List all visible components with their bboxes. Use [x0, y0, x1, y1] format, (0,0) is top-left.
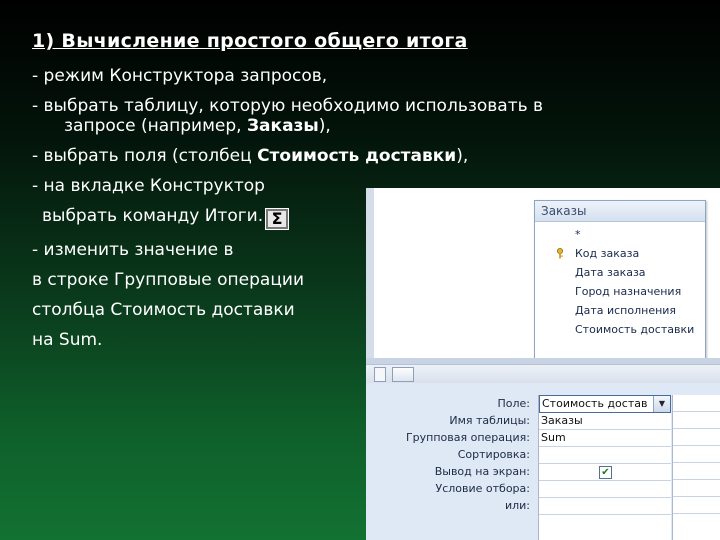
row-label-show: Вывод на экран: — [434, 465, 530, 478]
empty-cell[interactable] — [673, 429, 720, 446]
row-label-sort: Сортировка: — [457, 448, 530, 461]
field-name-bold: Стоимость доставки — [257, 146, 457, 166]
row-label-table: Имя таблицы: — [449, 414, 530, 427]
orders-table-box[interactable]: Заказы * Код заказа Дата заказа Город на… — [534, 200, 706, 362]
text-line-1: - режим Конструктора запросов, — [32, 66, 328, 86]
field-item[interactable]: Дата исполнения — [535, 301, 705, 320]
empty-cell[interactable] — [673, 395, 720, 412]
empty-cell[interactable] — [673, 463, 720, 480]
field-item[interactable]: Стоимость доставки — [535, 320, 705, 339]
grid-column-1: Стоимость достав ▼ Заказы Sum ✔ — [538, 395, 671, 540]
primary-key-icon — [557, 248, 563, 259]
field-item[interactable]: Город назначения — [535, 282, 705, 301]
scroll-left-button[interactable] — [374, 367, 386, 382]
field-item[interactable]: Дата заказа — [535, 263, 705, 282]
text-line-3: - выбрать поля (столбец Стоимость достав… — [32, 146, 469, 166]
row-label-or: или: — [504, 499, 530, 512]
empty-cell[interactable] — [673, 497, 720, 514]
row-label-field: Поле: — [497, 397, 530, 410]
slide-title: 1) Вычисление простого общего итога — [32, 30, 468, 52]
scroll-thumb[interactable] — [392, 367, 414, 382]
table-name-bold: Заказы — [246, 116, 319, 136]
table-cell[interactable]: Заказы — [539, 413, 671, 430]
text-line-2: - выбрать таблицу, которую необходимо ис… — [32, 96, 544, 136]
table-pane: Заказы * Код заказа Дата заказа Город на… — [366, 188, 720, 362]
empty-cell[interactable] — [673, 480, 720, 497]
horizontal-scrollbar[interactable] — [366, 364, 720, 384]
query-designer-screenshot: Заказы * Код заказа Дата заказа Город на… — [366, 188, 720, 540]
show-cell: ✔ — [539, 464, 671, 481]
table-caption[interactable]: Заказы — [535, 201, 705, 222]
group-cell[interactable]: Sum — [539, 430, 671, 447]
totals-sigma-icon[interactable]: Σ — [265, 208, 290, 230]
field-item-key[interactable]: Код заказа — [535, 244, 705, 263]
grid-row-labels: Поле: Имя таблицы: Групповая операция: С… — [366, 395, 534, 514]
or-cell[interactable] — [539, 498, 671, 515]
field-select[interactable]: Стоимость достав ▼ — [539, 395, 671, 413]
empty-cell[interactable] — [673, 412, 720, 429]
empty-cell[interactable] — [673, 446, 720, 463]
field-item[interactable]: * — [535, 225, 705, 244]
grid-column-2 — [672, 395, 720, 540]
criteria-cell[interactable] — [539, 481, 671, 498]
row-label-group: Групповая операция: — [405, 431, 530, 444]
show-checkbox[interactable]: ✔ — [599, 466, 612, 479]
sort-cell[interactable] — [539, 447, 671, 464]
row-label-criteria: Условие отбора: — [435, 482, 531, 495]
query-grid: Поле: Имя таблицы: Групповая операция: С… — [366, 383, 720, 540]
field-list: * Код заказа Дата заказа Город назначени… — [535, 222, 705, 339]
chevron-down-icon[interactable]: ▼ — [653, 396, 670, 412]
